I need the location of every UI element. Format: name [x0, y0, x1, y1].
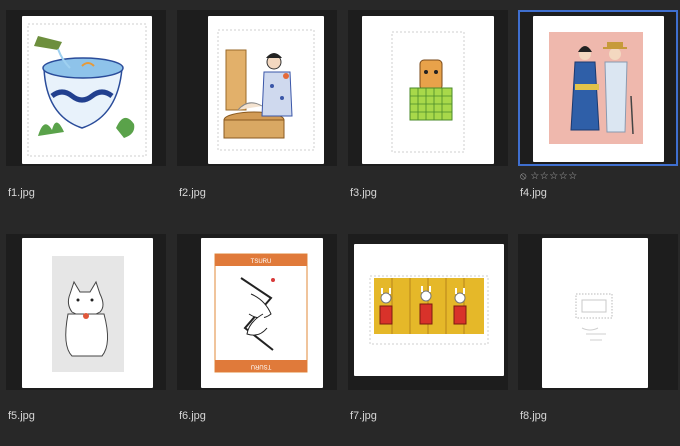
image-f1: [22, 16, 152, 164]
filename-f2[interactable]: f2.jpg: [179, 187, 206, 199]
image-f6: TSURU TSURU: [201, 238, 323, 388]
thumbnail-f4[interactable]: [518, 10, 678, 166]
thumbnail-f7[interactable]: [348, 234, 508, 390]
filename-f4[interactable]: f4.jpg: [520, 187, 547, 199]
thumbnail-f1[interactable]: [6, 10, 166, 166]
filename-f3[interactable]: f3.jpg: [350, 187, 377, 199]
thumbnail-f8[interactable]: [518, 234, 678, 390]
star-icon[interactable]: ☆: [568, 171, 577, 182]
crane-card-bottom-text: TSURU: [251, 363, 272, 369]
filename-f7[interactable]: f7.jpg: [350, 410, 377, 422]
filename-f1[interactable]: f1.jpg: [8, 187, 35, 199]
filename-f5[interactable]: f5.jpg: [8, 410, 35, 422]
thumbnail-grid: f1.jpg f2.jpg f3.jpg ⦸ ☆☆☆☆☆ f4.jpg f5.j…: [0, 0, 680, 446]
star-icon[interactable]: ☆: [530, 171, 539, 182]
image-f5: [22, 238, 153, 388]
star-icon[interactable]: ☆: [549, 171, 558, 182]
filename-f8[interactable]: f8.jpg: [520, 410, 547, 422]
thumbnail-f5[interactable]: [6, 234, 166, 390]
filename-f6[interactable]: f6.jpg: [179, 410, 206, 422]
image-f2: [208, 16, 324, 164]
thumbnail-f3[interactable]: [348, 10, 508, 166]
image-f4: [533, 16, 664, 162]
image-f8: [542, 238, 648, 388]
thumbnail-f2[interactable]: [177, 10, 337, 166]
star-rating[interactable]: ⦸ ☆☆☆☆☆: [520, 171, 578, 182]
thumbnail-f6[interactable]: TSURU TSURU: [177, 234, 337, 390]
reject-flag-icon[interactable]: ⦸: [520, 171, 527, 182]
image-f3: [362, 16, 494, 164]
image-f7: [354, 244, 504, 376]
star-icon[interactable]: ☆: [540, 171, 549, 182]
star-icon[interactable]: ☆: [559, 171, 568, 182]
crane-card-top-text: TSURU: [251, 259, 272, 265]
